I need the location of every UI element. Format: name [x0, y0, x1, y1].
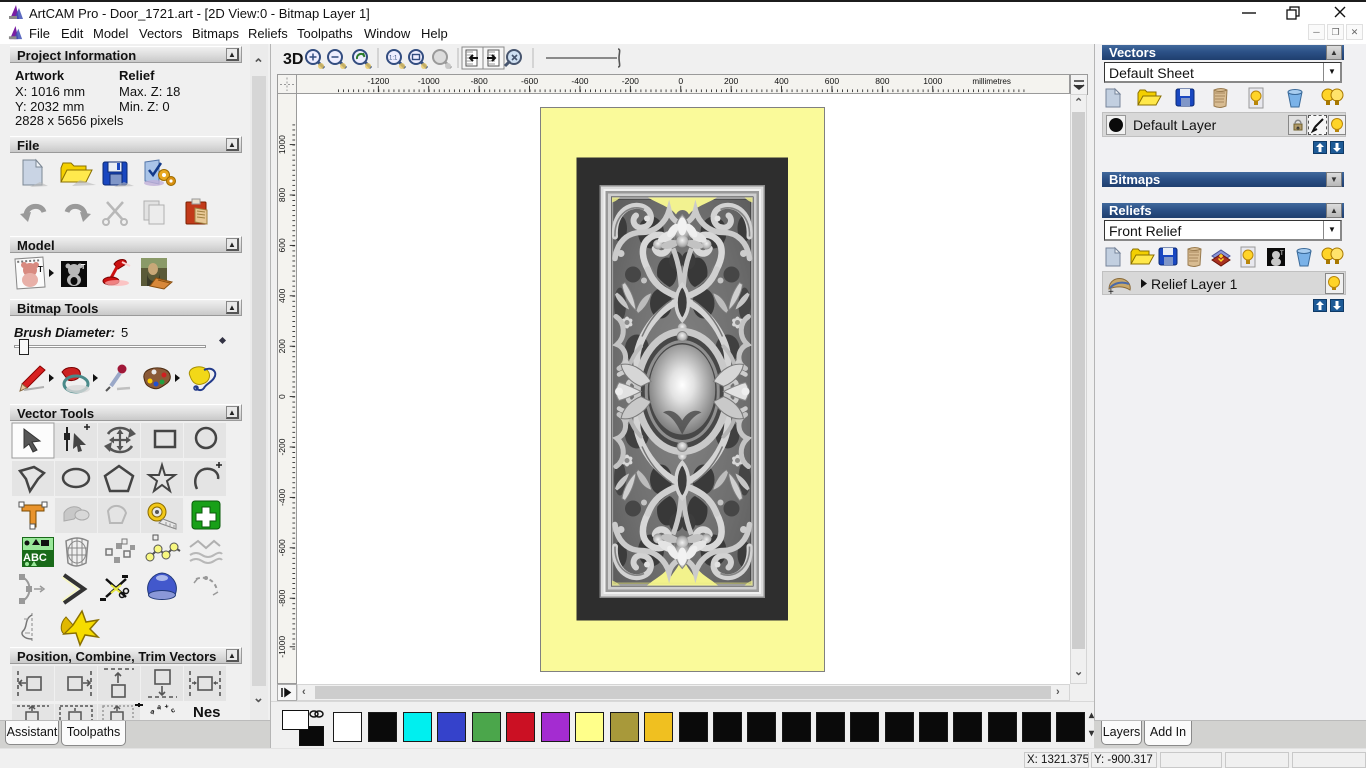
svg-text:3D: 3D: [283, 51, 303, 68]
svg-text:-800: -800: [471, 76, 488, 86]
svg-text:Nes: Nes: [193, 704, 221, 721]
svg-text:+: +: [1108, 287, 1114, 295]
svg-text:200: 200: [277, 339, 287, 354]
svg-text:T: T: [81, 264, 86, 271]
svg-text:1000: 1000: [923, 76, 942, 86]
svg-text:T: T: [1280, 251, 1284, 257]
svg-text:0: 0: [277, 394, 287, 399]
svg-text:a: a: [157, 704, 162, 711]
svg-text:-1200: -1200: [367, 76, 389, 86]
svg-text:-800: -800: [277, 589, 287, 606]
svg-text:-600: -600: [521, 76, 538, 86]
svg-text:1000: 1000: [277, 135, 287, 154]
svg-text:-400: -400: [571, 76, 588, 86]
svg-text:-400: -400: [277, 489, 287, 506]
svg-text:200: 200: [724, 76, 739, 86]
svg-text:400: 400: [774, 76, 789, 86]
svg-text:1:1: 1:1: [389, 56, 398, 62]
svg-text:400: 400: [277, 288, 287, 303]
svg-text:T: T: [38, 265, 43, 274]
svg-text:millimetres: millimetres: [972, 77, 1011, 86]
svg-text:a: a: [149, 708, 155, 716]
svg-text:-200: -200: [622, 76, 639, 86]
svg-text:-200: -200: [277, 438, 287, 455]
svg-text:c: c: [170, 707, 177, 715]
svg-text:800: 800: [277, 188, 287, 203]
svg-text:+: +: [164, 703, 169, 711]
svg-text:800: 800: [875, 76, 890, 86]
svg-text:600: 600: [825, 76, 840, 86]
svg-text:0: 0: [678, 76, 683, 86]
svg-text:-600: -600: [277, 539, 287, 556]
svg-text:-1000: -1000: [277, 636, 287, 658]
svg-text:600: 600: [277, 238, 287, 253]
svg-text:-1000: -1000: [418, 76, 440, 86]
